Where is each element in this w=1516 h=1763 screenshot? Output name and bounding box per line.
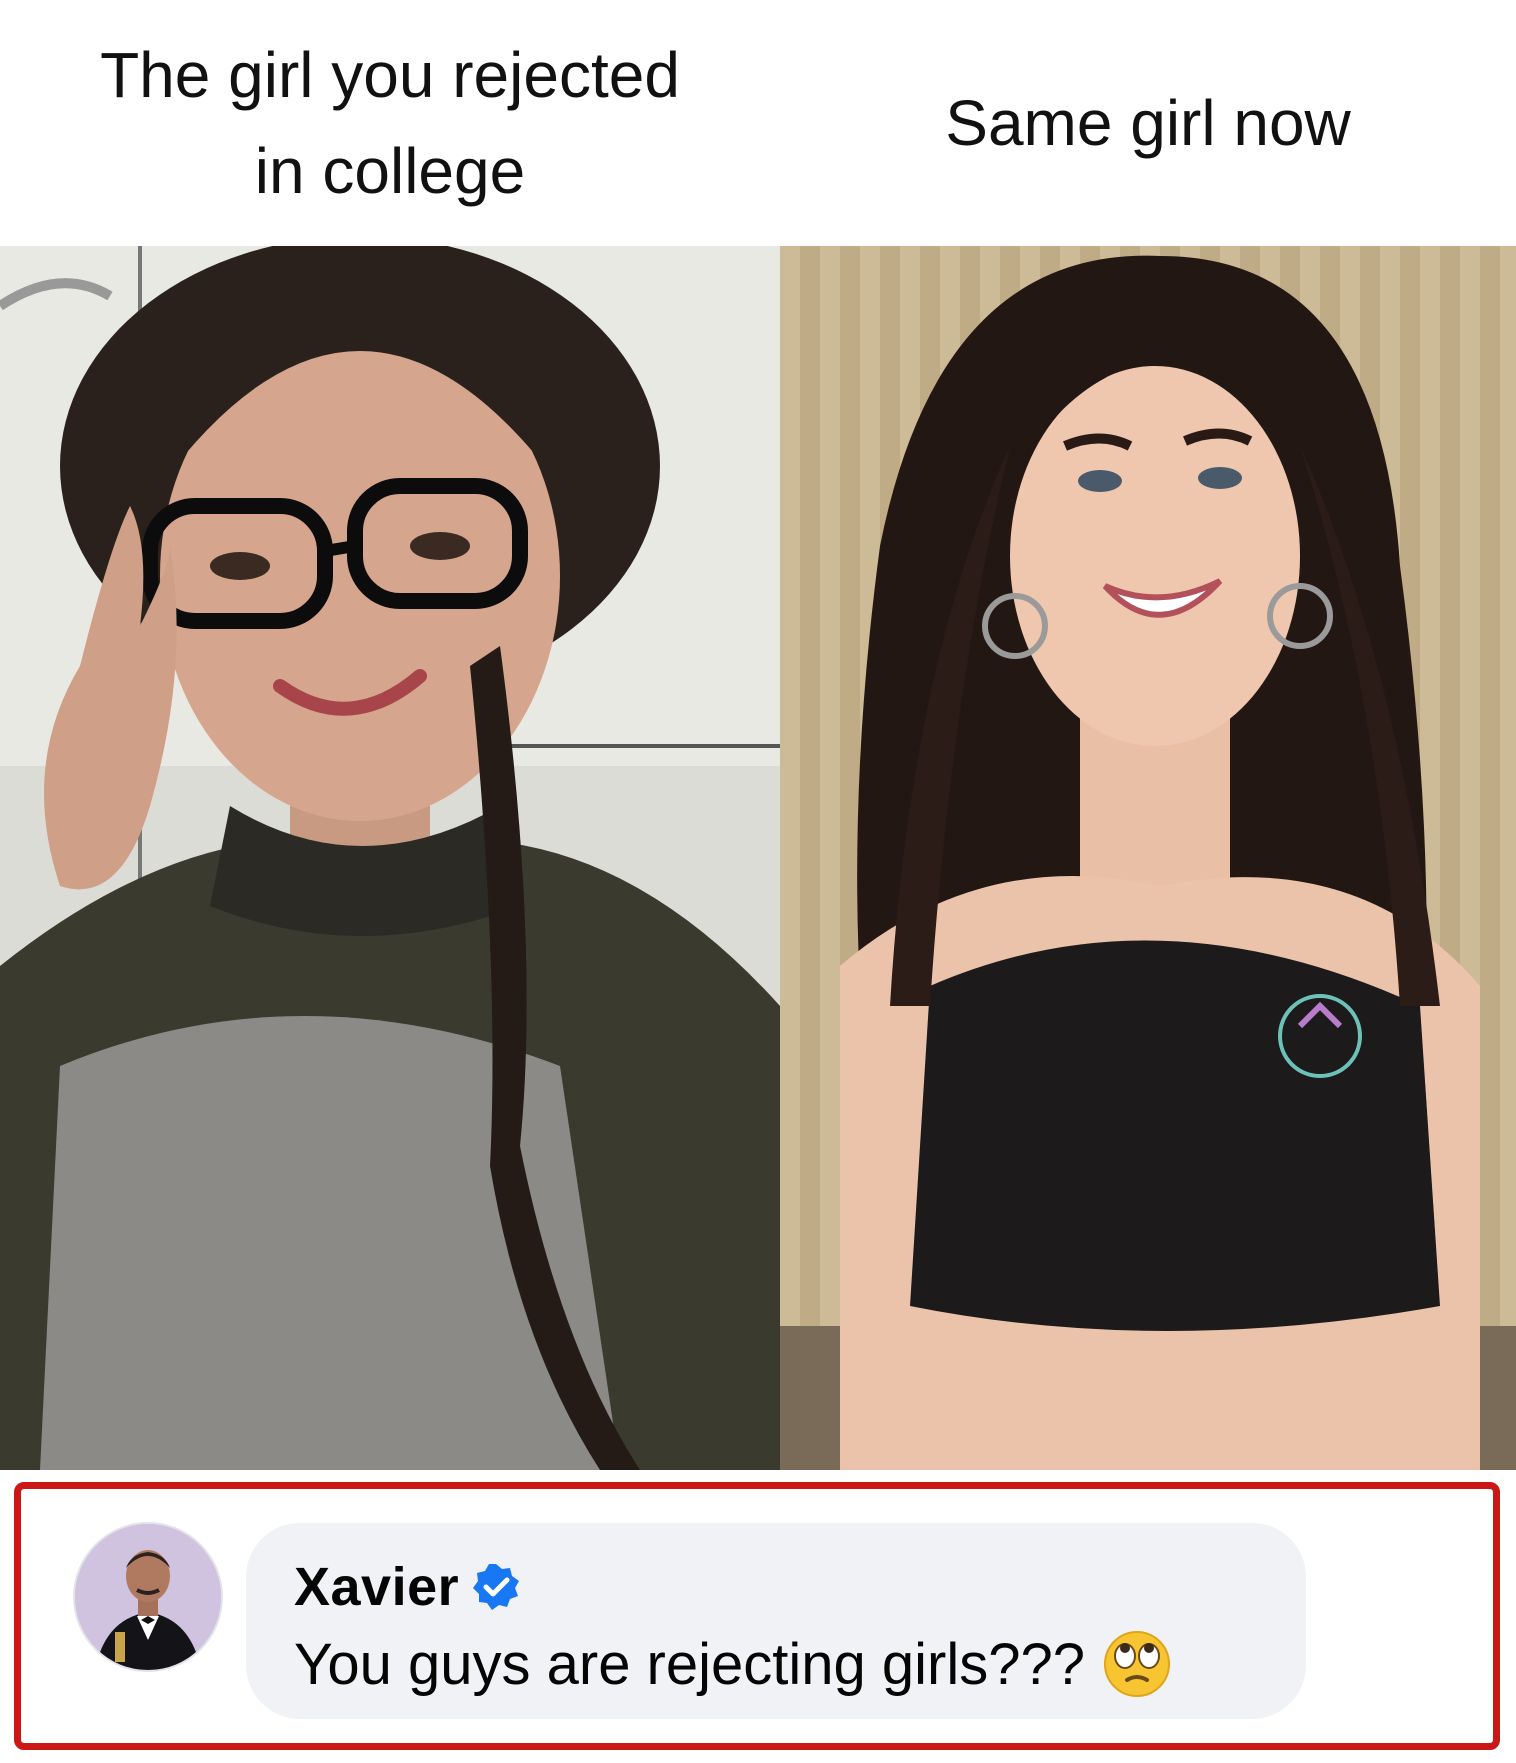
- photo-before: [0, 246, 780, 1470]
- meme-page: The girl you rejected in college Same gi…: [0, 0, 1516, 1763]
- photo-after: [780, 246, 1516, 1470]
- caption-right: Same girl now: [945, 87, 1351, 159]
- comment-author-name[interactable]: Xavier: [294, 1556, 459, 1618]
- comment-highlight-frame: Xavier You guys are rejecting girls???: [14, 1482, 1500, 1750]
- comment-bubble: Xavier You guys are rejecting girls???: [246, 1523, 1306, 1719]
- comment-author-row: Xavier: [294, 1553, 1258, 1621]
- avatar[interactable]: [73, 1522, 223, 1672]
- verified-badge-icon: [471, 1562, 521, 1612]
- comment-body-row: You guys are rejecting girls???: [294, 1625, 1258, 1703]
- caption-left-line1: The girl you rejected: [100, 39, 680, 111]
- comment-text: You guys are rejecting girls???: [294, 1631, 1086, 1697]
- caption-left: The girl you rejected in college: [0, 0, 780, 246]
- eye-roll-emoji-icon: [1103, 1630, 1171, 1698]
- caption-left-line2: in college: [254, 135, 526, 207]
